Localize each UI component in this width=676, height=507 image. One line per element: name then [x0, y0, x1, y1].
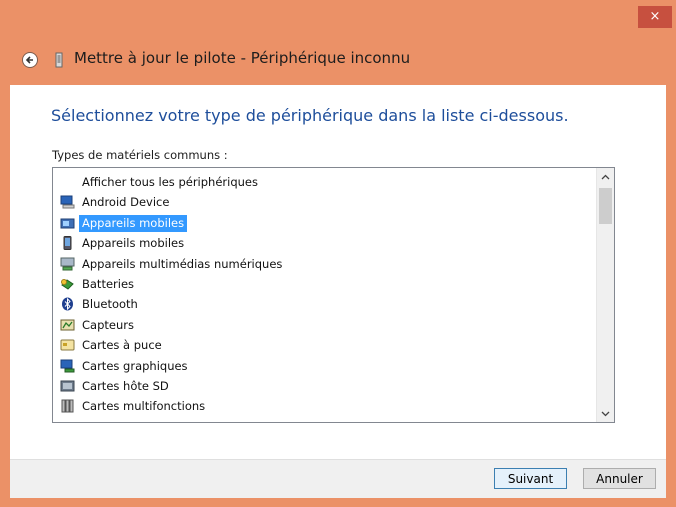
scroll-thumb[interactable]: [599, 188, 612, 224]
list-item[interactable]: Afficher tous les périphériques: [53, 172, 588, 192]
close-icon: ×: [649, 9, 661, 24]
list-item[interactable]: Batteries: [53, 274, 588, 294]
dialog-footer: Suivant Annuler: [10, 459, 666, 498]
list-item[interactable]: Cartes à puce: [53, 335, 588, 355]
sd-host-icon: [60, 380, 75, 392]
device-type-list[interactable]: Afficher tous les périphériques Android …: [52, 167, 615, 423]
page-heading: Sélectionnez votre type de périphérique …: [51, 106, 569, 125]
list-item[interactable]: Cartes hôte SD: [53, 376, 588, 396]
cancel-button[interactable]: Annuler: [583, 468, 656, 489]
scroll-up-button[interactable]: [597, 168, 614, 185]
content-panel: Sélectionnez votre type de périphérique …: [10, 85, 666, 459]
chevron-down-icon: [601, 411, 610, 417]
list-item[interactable]: Bluetooth: [53, 294, 588, 314]
window-title: Mettre à jour le pilote - Périphérique i…: [74, 49, 411, 67]
dialog-window: × Mettre à jour le pilote - Périphérique…: [0, 0, 676, 507]
mobile-device-icon: [60, 218, 75, 229]
bluetooth-icon: [62, 297, 73, 311]
back-arrow-icon: [25, 56, 33, 64]
list-label: Types de matériels communs :: [52, 148, 228, 162]
smart-card-icon: [60, 339, 75, 351]
computer-icon: [60, 195, 75, 209]
scroll-down-button[interactable]: [597, 405, 614, 422]
device-list-items: Afficher tous les périphériques Android …: [53, 172, 588, 423]
list-item[interactable]: Appareils multimédias numériques: [53, 254, 588, 274]
controller-icon: [60, 420, 75, 423]
device-icon: [55, 52, 63, 68]
list-item[interactable]: Cartes graphiques: [53, 356, 588, 376]
list-item-partial[interactable]: [53, 417, 588, 423]
multifunction-icon: [61, 399, 74, 413]
media-device-icon: [60, 257, 75, 271]
back-button[interactable]: [22, 52, 38, 68]
phone-icon: [63, 236, 72, 251]
list-item[interactable]: Appareils mobiles: [53, 213, 588, 233]
close-button[interactable]: ×: [638, 6, 672, 28]
display-adapter-icon: [60, 359, 75, 373]
battery-icon: [61, 278, 74, 290]
list-item[interactable]: Cartes multifonctions: [53, 396, 588, 416]
list-item[interactable]: Android Device: [53, 192, 588, 212]
sensor-icon: [60, 319, 75, 331]
next-button[interactable]: Suivant: [494, 468, 567, 489]
list-item[interactable]: Appareils mobiles: [53, 233, 588, 253]
vertical-scrollbar[interactable]: [596, 168, 614, 422]
list-item[interactable]: Capteurs: [53, 315, 588, 335]
chevron-up-icon: [601, 174, 610, 180]
